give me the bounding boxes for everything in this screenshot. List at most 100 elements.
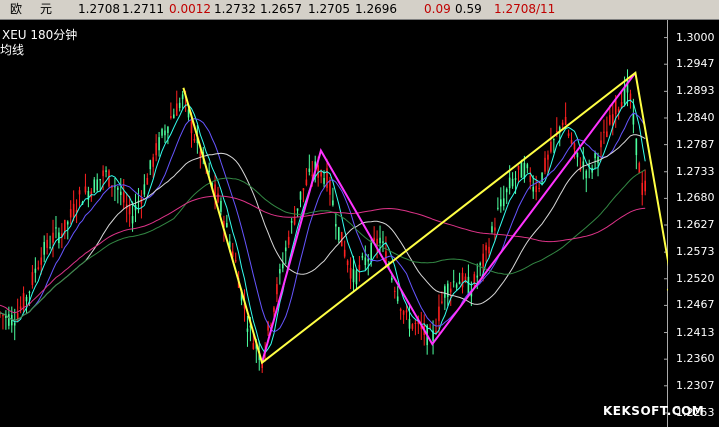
candle-body: [476, 275, 479, 278]
candle-body: [13, 322, 16, 326]
candle-body: [34, 268, 37, 273]
candle-body: [8, 314, 10, 326]
candle-body: [217, 193, 219, 202]
candle-body: [72, 203, 75, 218]
candle-body: [494, 227, 496, 231]
candle-body: [452, 281, 455, 283]
candle-body: [96, 179, 99, 191]
quote-header-bar: 欧 元 1.2708 1.2711 0.0012 1.2732 1.2657 1…: [0, 0, 719, 20]
candle-body: [567, 133, 570, 136]
date-value: 1.2708/11: [494, 2, 556, 16]
candle-body: [520, 161, 523, 178]
candle-body: [317, 165, 319, 178]
candle-body: [488, 246, 490, 254]
high-value: 1.2732: [214, 2, 256, 16]
avg-value: 1.2696: [355, 2, 397, 16]
candle-body: [302, 188, 305, 191]
ma-line-pink: [0, 195, 646, 314]
candle-body: [2, 314, 4, 317]
y-tick-label: 1.2467: [676, 298, 715, 312]
y-tick-label: 1.2947: [676, 57, 715, 71]
candle-body: [355, 270, 358, 285]
candle-body: [564, 117, 567, 125]
candle-body: [358, 264, 361, 270]
candle-body: [37, 267, 40, 270]
candle-body: [485, 245, 487, 251]
candle-body: [446, 283, 449, 297]
candle-body: [467, 276, 470, 295]
candle-body: [252, 343, 255, 349]
prev-value: 1.2711: [122, 2, 164, 16]
vol-value: 0.59: [455, 2, 482, 16]
price-axis: 1.3000 1.2947 1.2893 1.2840 1.2787 1.2733 1.26…: [668, 20, 719, 427]
keksoft-watermark: KEKSOFT.COM: [603, 404, 705, 418]
candle-body: [108, 170, 110, 187]
candle-body: [514, 178, 517, 180]
candle-body: [508, 177, 511, 189]
candle-body: [391, 277, 393, 281]
candle-body: [181, 94, 184, 100]
candle-body: [167, 126, 169, 133]
candle-body: [122, 192, 125, 203]
candle-body: [332, 200, 334, 206]
y-tick-label: 1.2680: [676, 191, 715, 205]
candle-body: [346, 260, 349, 266]
last-value: 1.2705: [308, 2, 350, 16]
candle-body: [52, 232, 54, 243]
candle-body: [393, 290, 396, 292]
candle-body: [408, 318, 411, 329]
candle-body: [25, 296, 28, 302]
candle-body: [441, 301, 443, 303]
candle-body: [46, 239, 48, 248]
candle-body: [173, 114, 175, 119]
zigzag-yellow: [182, 70, 668, 365]
candle-body: [170, 116, 172, 118]
candle-body: [497, 207, 499, 209]
candle-body: [99, 179, 101, 181]
candle-body: [491, 226, 493, 233]
candle-body: [535, 186, 537, 193]
candle-body: [93, 179, 96, 193]
ma-line-blue: [0, 112, 646, 333]
candle-body: [629, 93, 632, 100]
candle-body: [193, 138, 196, 141]
candle-body: [606, 131, 608, 138]
candle-body: [323, 178, 325, 184]
candle-body: [600, 140, 602, 148]
candle-body: [40, 257, 43, 265]
candle-body: [128, 205, 131, 215]
price-chart[interactable]: [0, 20, 668, 427]
open-value: 1.2708: [78, 2, 120, 16]
candle-body: [161, 129, 163, 136]
candle-body: [576, 152, 579, 158]
candle-body: [84, 186, 87, 193]
candle-body: [335, 224, 337, 227]
candle-body: [511, 178, 514, 187]
candle-body: [208, 170, 210, 173]
y-tick-label: 1.2413: [676, 325, 715, 339]
candle-body: [352, 269, 355, 283]
y-tick-label: 1.2733: [676, 164, 715, 178]
candle-body: [308, 168, 311, 172]
y-tick-label: 1.2360: [676, 352, 715, 366]
candle-body: [544, 157, 546, 172]
candle-body: [152, 157, 154, 167]
candle-body: [561, 122, 564, 126]
candle-body: [379, 237, 381, 244]
candle-body: [299, 191, 302, 200]
y-tick-label: 1.2787: [676, 137, 715, 151]
candle-body: [69, 209, 72, 218]
candle-body: [246, 328, 249, 332]
candle-body: [28, 291, 31, 293]
candle-body: [117, 187, 119, 190]
candle-body: [149, 160, 152, 170]
candle-body: [49, 246, 51, 248]
candle-body: [155, 143, 157, 156]
candle-body: [458, 281, 461, 285]
candle-body: [158, 137, 160, 151]
candle-body: [635, 138, 638, 156]
candle-body: [594, 152, 596, 159]
low-value: 1.2657: [260, 2, 302, 16]
candle-body: [402, 311, 405, 315]
y-tick-label: 1.2520: [676, 271, 715, 285]
